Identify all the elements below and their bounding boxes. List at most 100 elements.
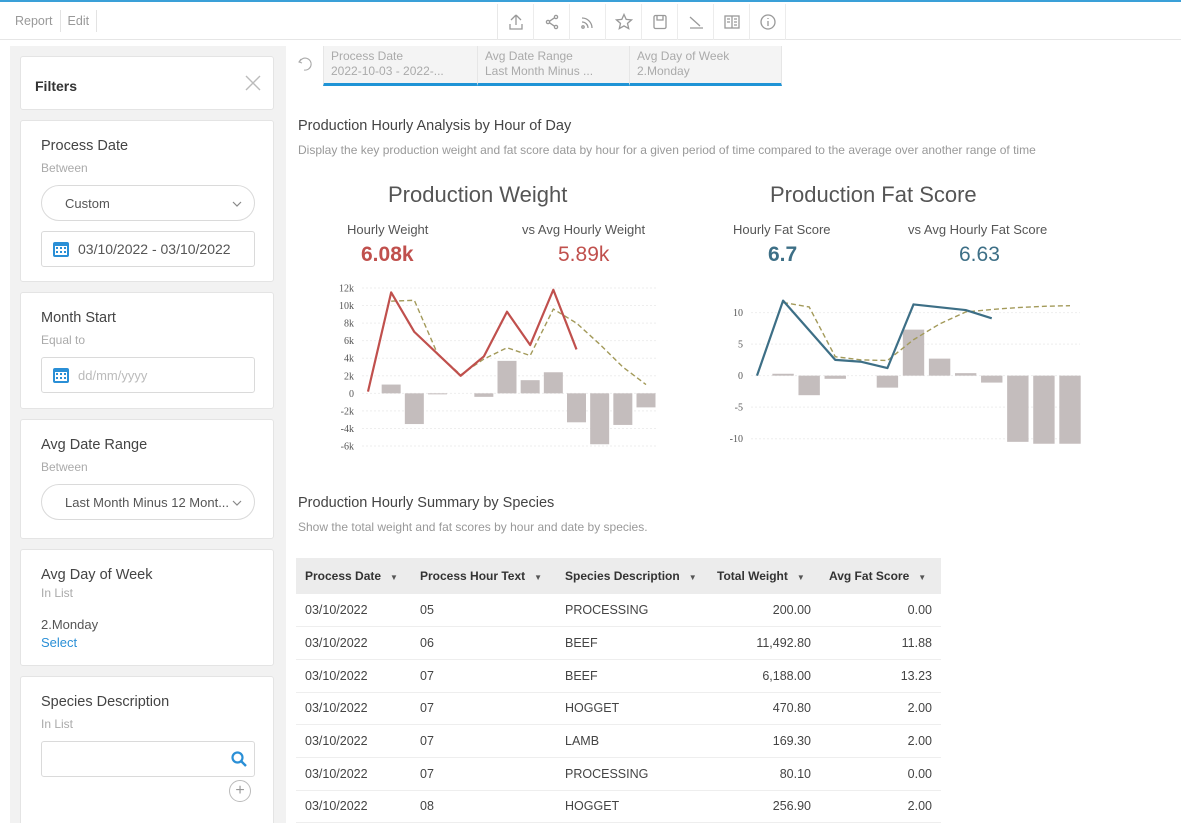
crumb-value: Last Month Minus ... (485, 64, 594, 78)
cell-process-hour: 06 (411, 626, 556, 660)
table-row: 03/10/2022 05 PROCESSING 200.00 0.00 (296, 594, 941, 628)
share-icon[interactable] (534, 4, 570, 40)
species-description-filter: Species Description In List + (20, 676, 274, 823)
variance-bar (636, 393, 656, 408)
sort-caret-icon[interactable]: ▼ (689, 573, 697, 582)
filter-title: Species Description (41, 694, 170, 710)
species-search-input[interactable] (41, 741, 255, 777)
average-line (391, 299, 647, 386)
cell-total-weight: 256.90 (708, 790, 820, 823)
cell-species: LAMB (556, 724, 708, 758)
cell-process-hour: 05 (411, 594, 556, 628)
column-header-process-date[interactable]: Process Date ▼ (296, 558, 411, 594)
variance-bar (981, 375, 1003, 383)
presentation-icon[interactable] (714, 4, 750, 40)
cell-process-date: 03/10/2022 (296, 626, 411, 660)
filter-operator: Between (41, 460, 88, 474)
header-label: Total Weight (717, 569, 788, 583)
sort-caret-icon[interactable]: ▼ (534, 573, 542, 582)
column-header-avg-fat-score[interactable]: Avg Fat Score ▼ (820, 558, 941, 594)
avg-date-range-dropdown[interactable]: Last Month Minus 12 Mont... (41, 484, 255, 520)
month-start-input[interactable]: dd/mm/yyyy (41, 357, 255, 393)
table-row: 03/10/2022 06 BEEF 11,492.80 11.88 (296, 626, 941, 660)
cell-process-date: 03/10/2022 (296, 757, 411, 791)
active-filter-avg-day-of-week[interactable]: Avg Day of Week 2.Monday (629, 46, 782, 86)
cell-avg-fat-score: 0.00 (820, 757, 941, 791)
add-value-button[interactable]: + (229, 780, 251, 802)
dropdown-value: Custom (65, 195, 110, 211)
sort-caret-icon[interactable]: ▼ (390, 573, 398, 582)
header-label: Process Date (305, 569, 382, 583)
y-tick-label: -4k (341, 424, 354, 435)
share-upload-icon[interactable] (498, 4, 534, 40)
cell-process-date: 03/10/2022 (296, 659, 411, 693)
cell-process-hour: 07 (411, 757, 556, 791)
y-tick-label: 2k (344, 371, 354, 382)
y-tick-label: -2k (341, 406, 354, 417)
main-menu: Report Edit (8, 10, 98, 32)
info-icon[interactable] (750, 4, 786, 40)
cell-species: HOGGET (556, 692, 708, 726)
species-section-description: Show the total weight and fat scores by … (298, 520, 648, 534)
production-weight-chart: 12k 10k 8k 6k 4k 2k 0 -2k -4k -6k (339, 284, 656, 453)
select-link[interactable]: Select (41, 635, 77, 650)
annotate-icon[interactable] (678, 4, 714, 40)
broadcast-icon[interactable] (570, 4, 606, 40)
y-tick-label: 12k (339, 284, 354, 295)
save-icon[interactable] (642, 4, 678, 40)
cell-total-weight: 200.00 (708, 594, 820, 628)
column-header-process-hour[interactable]: Process Hour Text ▼ (411, 558, 556, 594)
crumb-label: Process Date (331, 49, 404, 63)
date-range-input[interactable]: 03/10/2022 - 03/10/2022 (41, 231, 255, 267)
undo-icon[interactable] (297, 56, 313, 72)
column-header-species[interactable]: Species Description ▼ (556, 558, 708, 594)
date-placeholder: dd/mm/yyyy (78, 367, 148, 383)
favorite-star-icon[interactable] (606, 4, 642, 40)
cell-species: BEEF (556, 659, 708, 693)
menu-edit[interactable]: Edit (61, 10, 98, 32)
variance-bar (567, 393, 586, 423)
date-range-value: 03/10/2022 - 03/10/2022 (78, 241, 231, 257)
dropdown-value: Last Month Minus 12 Mont... (65, 494, 230, 510)
menu-report[interactable]: Report (8, 10, 61, 32)
crumb-label: Avg Day of Week (637, 49, 730, 63)
cell-avg-fat-score: 0.00 (820, 594, 941, 628)
search-icon[interactable] (230, 750, 248, 768)
kpi-value: 6.7 (768, 243, 798, 266)
cell-total-weight: 11,492.80 (708, 626, 820, 660)
table-row: 03/10/2022 07 HOGGET 470.80 2.00 (296, 692, 941, 726)
variance-bar (1007, 375, 1029, 442)
top-toolbar: Report Edit (0, 0, 1181, 40)
variance-bar (543, 372, 563, 394)
chevron-down-icon (232, 201, 242, 207)
active-filter-avg-date-range[interactable]: Avg Date Range Last Month Minus ... (477, 46, 629, 86)
close-icon[interactable] (243, 73, 263, 93)
kpi-value: 5.89k (558, 243, 610, 266)
variance-bar (520, 380, 540, 394)
kpi-value: 6.08k (361, 243, 414, 266)
sort-caret-icon[interactable]: ▼ (797, 573, 805, 582)
y-tick-label: 0 (349, 389, 354, 400)
table-row: 03/10/2022 07 BEEF 6,188.00 13.23 (296, 659, 941, 693)
column-header-total-weight[interactable]: Total Weight ▼ (708, 558, 820, 594)
y-tick-label: 10 (733, 308, 743, 319)
sort-caret-icon[interactable]: ▼ (918, 573, 926, 582)
cell-avg-fat-score: 2.00 (820, 724, 941, 758)
hourly-section-title: Production Hourly Analysis by Hour of Da… (298, 118, 572, 134)
crumb-label: Avg Date Range (485, 49, 573, 63)
cell-species: PROCESSING (556, 757, 708, 791)
species-section-title: Production Hourly Summary by Species (298, 495, 555, 511)
table-row: 03/10/2022 08 HOGGET 256.90 2.00 (296, 790, 941, 823)
cell-process-date: 03/10/2022 (296, 594, 411, 628)
chevron-down-icon (232, 500, 242, 506)
cell-species: PROCESSING (556, 594, 708, 628)
crumb-value: 2022-10-03 - 2022-... (331, 64, 444, 78)
filter-title: Process Date (41, 138, 129, 154)
calendar-icon (53, 368, 69, 383)
date-mode-dropdown[interactable]: Custom (41, 185, 255, 221)
active-filter-process-date[interactable]: Process Date 2022-10-03 - 2022-... (323, 46, 477, 86)
crumb-value: 2.Monday (637, 64, 690, 78)
cell-process-hour: 07 (411, 692, 556, 726)
variance-bar (474, 393, 494, 397)
variance-bar (876, 375, 899, 388)
